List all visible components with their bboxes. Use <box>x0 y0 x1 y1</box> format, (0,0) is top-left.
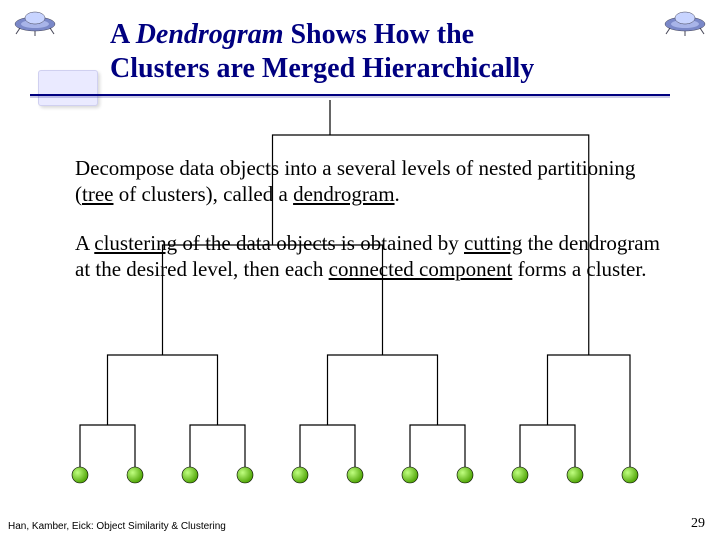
ufo-icon <box>12 6 58 36</box>
title-text: A <box>110 19 136 50</box>
title-text: Clusters are Merged Hierarchically <box>110 53 534 84</box>
dendrogram <box>40 95 680 500</box>
title-emph: Dendrogram <box>136 19 284 50</box>
footer-attribution: Han, Kamber, Eick: Object Similarity & C… <box>8 521 226 532</box>
ufo-icon <box>662 6 708 36</box>
title-text: Shows How the <box>283 19 474 50</box>
slide-title: A Dendrogram Shows How the Clusters are … <box>110 18 650 85</box>
page-number: 29 <box>691 516 705 532</box>
